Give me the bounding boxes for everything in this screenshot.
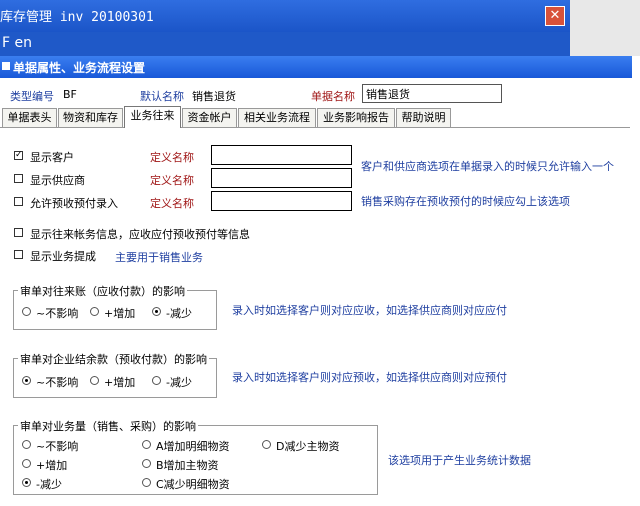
tab-related-flow[interactable]: 相关业务流程 xyxy=(238,108,316,127)
window-icon xyxy=(2,62,10,70)
supplier-define-label: 定义名称 xyxy=(150,174,194,187)
volume-radio-decrease[interactable] xyxy=(22,478,31,487)
tab-business-dealings[interactable]: 业务往来 xyxy=(124,106,181,128)
receivable-radio-decrease[interactable] xyxy=(152,307,161,316)
show-supplier-label: 显示供应商 xyxy=(30,174,85,187)
prepay-note: 销售采购存在预收预付的时候应勾上该选项 xyxy=(361,195,570,208)
receivable-impact-title: 审单对往来账（应收付款）的影响 xyxy=(18,283,187,299)
volume-option-decrease: -减少 xyxy=(36,478,62,491)
show-account-info-checkbox[interactable] xyxy=(14,228,23,237)
tab-goods-inventory[interactable]: 物资和库存 xyxy=(58,108,123,127)
outer-window-strip: F en xyxy=(0,32,570,56)
receivable-radio-increase[interactable] xyxy=(90,307,99,316)
volume-radio-b[interactable] xyxy=(142,459,151,468)
close-icon[interactable]: ✕ xyxy=(545,6,565,26)
tab-bar: 单据表头 物资和库存 业务往来 资金帐户 相关业务流程 业务影响报告 帮助说明 xyxy=(0,106,640,128)
type-code-label: 类型编号 xyxy=(10,90,54,103)
show-customer-checkbox[interactable]: ✓ xyxy=(14,151,23,160)
volume-radio-c[interactable] xyxy=(142,478,151,487)
customer-note: 客户和供应商选项在单据录入的时候只允许输入一个 xyxy=(361,160,614,173)
volume-option-c: C减少明细物资 xyxy=(156,478,230,491)
volume-option-d: D减少主物资 xyxy=(276,440,340,453)
volume-radio-a[interactable] xyxy=(142,440,151,449)
volume-radio-d[interactable] xyxy=(262,440,271,449)
balance-impact-title: 审单对企业结余款（预收付款）的影响 xyxy=(18,351,209,367)
receivable-option-increase: +增加 xyxy=(104,307,136,320)
receivable-option-decrease: -减少 xyxy=(166,307,192,320)
default-name-label: 默认名称 xyxy=(140,90,184,103)
type-code-value: BF xyxy=(63,88,77,101)
allow-prepay-checkbox[interactable] xyxy=(14,197,23,206)
balance-option-decrease: -减少 xyxy=(166,376,192,389)
volume-option-none: ~不影响 xyxy=(36,440,79,453)
tab-fund-account[interactable]: 资金帐户 xyxy=(182,108,237,127)
receivable-radio-none[interactable] xyxy=(22,307,31,316)
volume-radio-none[interactable] xyxy=(22,440,31,449)
customer-define-input[interactable] xyxy=(211,145,352,165)
tab-doc-header[interactable]: 单据表头 xyxy=(2,108,57,127)
show-commission-label: 显示业务提成 xyxy=(30,250,96,263)
receivable-option-none: ~不影响 xyxy=(36,307,79,320)
doc-name-label: 单据名称 xyxy=(311,90,355,103)
volume-option-increase: +增加 xyxy=(36,459,68,472)
volume-impact-title: 审单对业务量（销售、采购）的影响 xyxy=(18,418,198,434)
dialog-title: 单据属性、业务流程设置 xyxy=(13,61,146,75)
balance-radio-none[interactable] xyxy=(22,376,31,385)
supplier-define-input[interactable] xyxy=(211,168,352,188)
show-account-info-label: 显示往来帐务信息，应收应付预收预付等信息 xyxy=(30,228,250,241)
volume-radio-increase[interactable] xyxy=(22,459,31,468)
outer-window-background xyxy=(570,0,640,56)
doc-name-input[interactable]: 销售退货 xyxy=(362,84,502,103)
show-commission-checkbox[interactable] xyxy=(14,250,23,259)
tab-help[interactable]: 帮助说明 xyxy=(396,108,451,127)
show-customer-label: 显示客户 xyxy=(30,151,74,164)
volume-option-b: B增加主物资 xyxy=(156,459,219,472)
show-supplier-checkbox[interactable] xyxy=(14,174,23,183)
outer-window-title: 库存管理 inv 20100301 xyxy=(0,10,154,25)
default-name-value: 销售退货 xyxy=(192,90,236,103)
receivable-note: 录入时如选择客户则对应应收，如选择供应商则对应应付 xyxy=(232,304,507,317)
balance-radio-decrease[interactable] xyxy=(152,376,161,385)
volume-option-a: A增加明细物资 xyxy=(156,440,230,453)
customer-define-label: 定义名称 xyxy=(150,151,194,164)
volume-note: 该选项用于产生业务统计数据 xyxy=(388,454,531,467)
balance-radio-increase[interactable] xyxy=(90,376,99,385)
prepay-define-input[interactable] xyxy=(211,191,352,211)
prepay-define-label: 定义名称 xyxy=(150,197,194,210)
balance-option-none: ~不影响 xyxy=(36,376,79,389)
balance-note: 录入时如选择客户则对应预收，如选择供应商则对应预付 xyxy=(232,371,507,384)
commission-note: 主要用于销售业务 xyxy=(115,251,203,264)
allow-prepay-label: 允许预收预付录入 xyxy=(30,197,118,210)
outer-window-strip-text: F en xyxy=(2,35,32,51)
balance-option-increase: +增加 xyxy=(104,376,136,389)
tab-impact-report[interactable]: 业务影响报告 xyxy=(317,108,395,127)
